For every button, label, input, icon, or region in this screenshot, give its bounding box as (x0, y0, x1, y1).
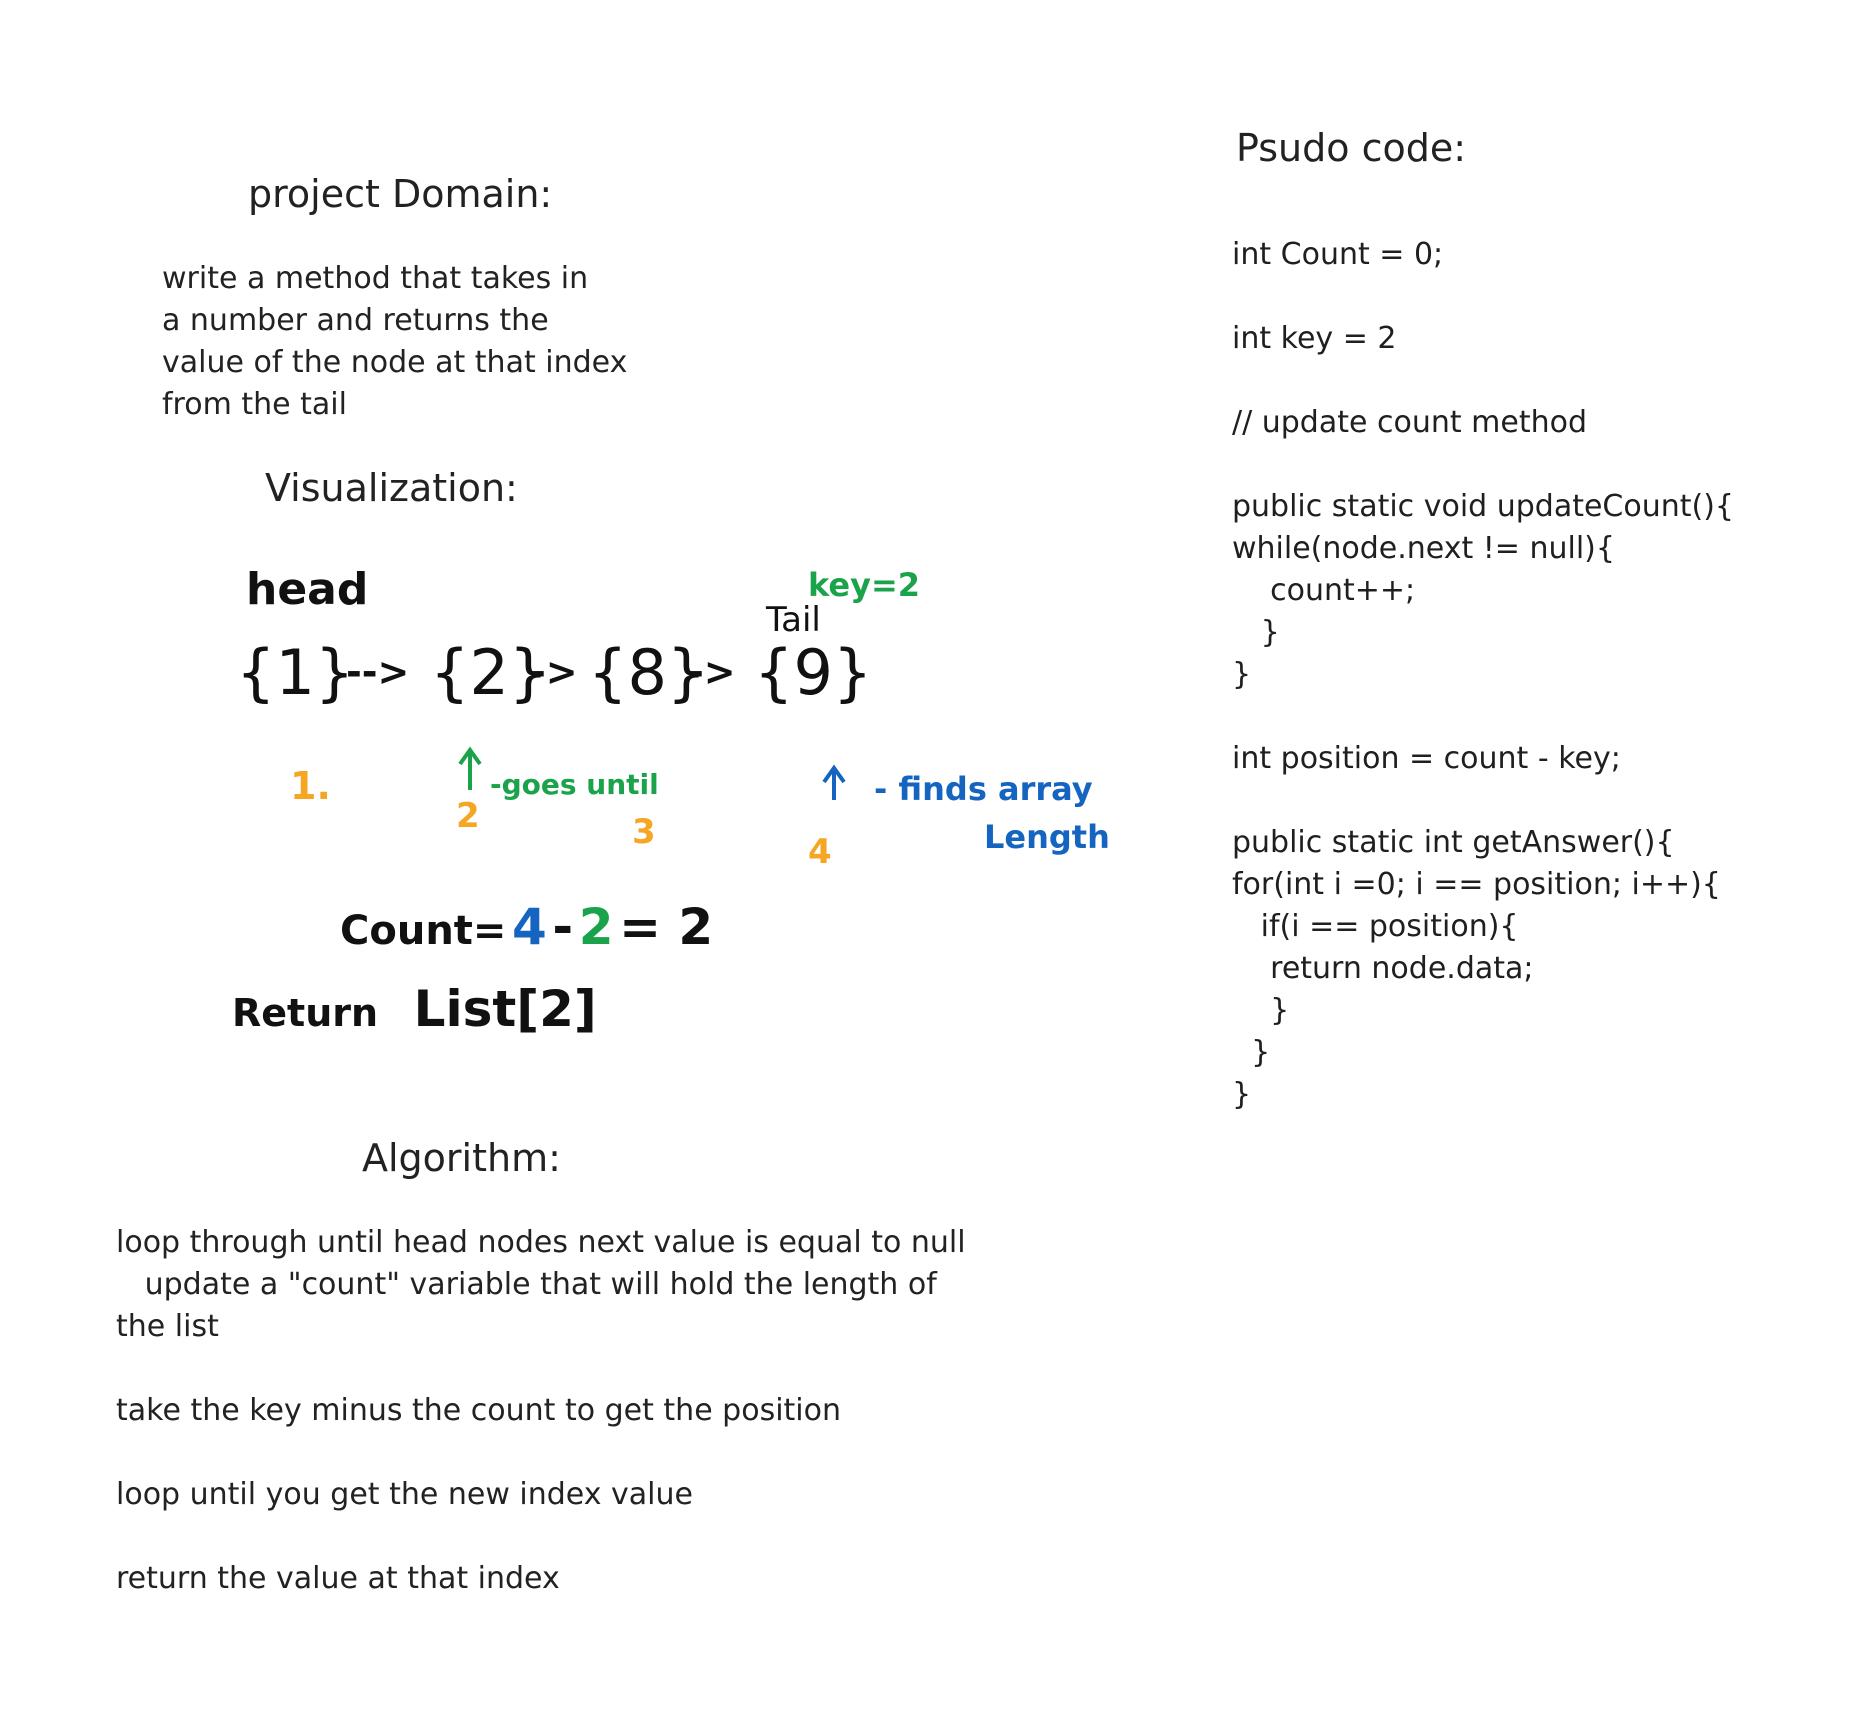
code-line: } (1232, 993, 1290, 1028)
algorithm-line: update a "count" variable that will hold… (116, 1267, 937, 1302)
finds-note-line2: Length (984, 818, 1110, 856)
algorithm-title: Algorithm: (362, 1136, 561, 1180)
algorithm-line: loop through until head nodes next value… (116, 1225, 966, 1260)
code-line: int Count = 0; (1232, 237, 1444, 272)
return-label: Return (232, 991, 379, 1035)
pseudo-code-block: int Count = 0; int key = 2 // update cou… (1232, 234, 1734, 1116)
code-line: for(int i =0; i == position; i++){ (1232, 867, 1721, 902)
code-line: } (1232, 657, 1252, 692)
code-line: } (1232, 1035, 1271, 1070)
code-line: } (1232, 615, 1280, 650)
code-line: while(node.next != null){ (1232, 531, 1615, 566)
return-expression: List[2] (413, 980, 597, 1038)
code-line: int position = count - key; (1232, 741, 1621, 776)
count-prefix: Count= (340, 908, 507, 954)
code-line: // update count method (1232, 405, 1588, 440)
count-key: 2 (578, 898, 614, 956)
code-line: } (1232, 1077, 1252, 1112)
code-line: return node.data; (1232, 951, 1534, 986)
algorithm-line: loop until you get the new index value (116, 1477, 693, 1512)
finds-note-line1: - finds array (874, 770, 1093, 808)
code-line: public static int getAnswer(){ (1232, 825, 1675, 860)
up-arrow-icon (458, 746, 482, 790)
algorithm-line: the list (116, 1309, 219, 1344)
up-arrow-icon (822, 764, 846, 800)
count-line: Count= 4 - 2 = 2 (340, 898, 713, 956)
count-result: = 2 (619, 898, 714, 956)
return-line: Return List[2] (232, 980, 597, 1038)
code-line: int key = 2 (1232, 321, 1397, 356)
count-value: 4 (512, 898, 547, 956)
algorithm-line: return the value at that index (116, 1561, 560, 1596)
count-minus: - (552, 898, 574, 956)
code-line: if(i == position){ (1232, 909, 1519, 944)
code-line: count++; (1232, 573, 1416, 608)
goes-until-note: -goes until (490, 768, 659, 801)
algorithm-line: take the key minus the count to get the … (116, 1393, 842, 1428)
pseudo-code-title: Psudo code: (1236, 126, 1467, 170)
code-line: public static void updateCount(){ (1232, 489, 1735, 524)
